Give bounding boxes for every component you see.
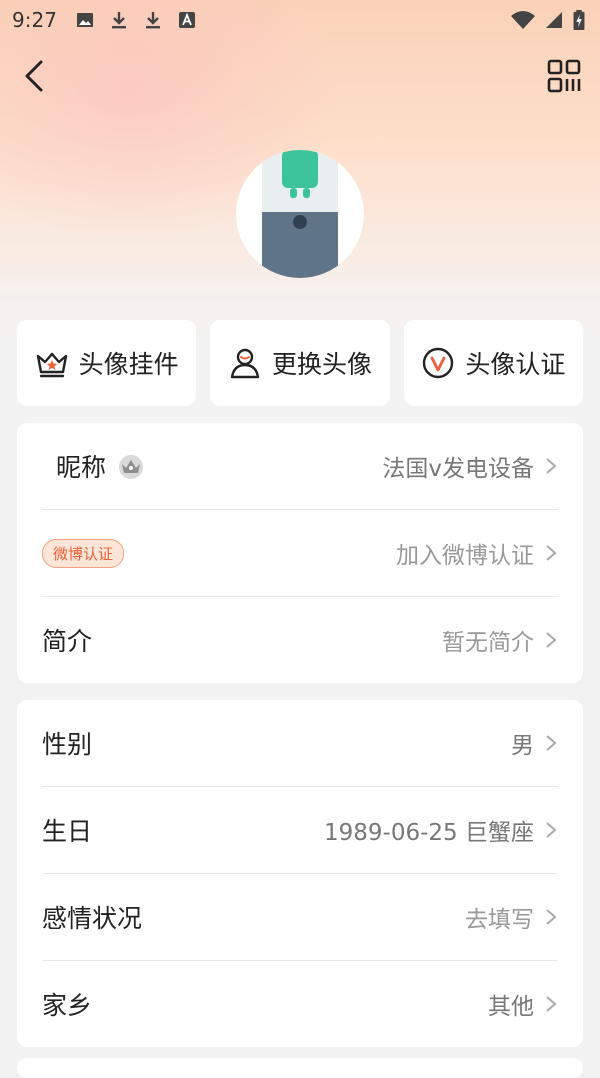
hometown-value-wrap: 其他 xyxy=(488,987,558,1021)
intro-label: 简介 xyxy=(42,627,93,656)
download-icon xyxy=(145,12,160,29)
signal-icon xyxy=(546,12,562,28)
font-icon xyxy=(178,12,195,28)
nickname-value: 法国v发电设备 xyxy=(382,456,534,482)
avatar-pendant-button[interactable]: 头像挂件 xyxy=(17,320,197,406)
top-bar xyxy=(0,48,600,104)
chevron-right-icon xyxy=(546,822,557,838)
birthday-value-wrap: 1989-06-25 巨蟹座 xyxy=(324,813,558,847)
nickname-value-wrap: 法国v发电设备 xyxy=(382,449,558,483)
image-icon xyxy=(76,13,93,27)
intro-value: 暂无简介 xyxy=(442,630,534,656)
weibo-badge-wrap: 微博认证 xyxy=(42,538,125,568)
intro-row[interactable]: 简介 暂无简介 xyxy=(42,597,558,683)
weibo-verify-value: 加入微博认证 xyxy=(396,543,534,569)
wifi-icon xyxy=(511,11,535,29)
birthday-label: 生日 xyxy=(42,817,93,846)
relationship-row[interactable]: 感情状况 去填写 xyxy=(42,874,558,961)
chevron-right-icon xyxy=(546,996,557,1012)
download-icon xyxy=(111,12,126,29)
crown-icon xyxy=(36,352,67,378)
relationship-value: 去填写 xyxy=(465,907,534,933)
status-time: 9:27 xyxy=(12,8,57,32)
info-card: 性别 男 生日 1989-06-25 巨蟹座 感情状况 去填写 家乡 其他 xyxy=(17,700,583,1047)
chevron-right-icon xyxy=(546,632,557,648)
gender-label: 性别 xyxy=(42,730,93,759)
chevron-right-icon xyxy=(546,458,557,474)
back-arrow-icon[interactable] xyxy=(16,56,56,96)
avatar-verify-label: 头像认证 xyxy=(465,350,566,379)
user-icon xyxy=(230,348,260,379)
avatar-verify-button[interactable]: 头像认证 xyxy=(403,320,583,406)
gender-value-wrap: 男 xyxy=(511,726,558,760)
chevron-right-icon xyxy=(546,909,557,925)
android-avatar-icon xyxy=(262,150,338,278)
qr-code-icon[interactable] xyxy=(546,58,582,94)
birthday-row[interactable]: 生日 1989-06-25 巨蟹座 xyxy=(42,787,558,874)
intro-value-wrap: 暂无简介 xyxy=(442,623,558,657)
avatar-actions: 头像挂件 更换头像 头像认证 xyxy=(17,320,583,406)
relationship-value-wrap: 去填写 xyxy=(465,900,558,934)
next-card-edge xyxy=(17,1058,583,1078)
status-bar: 9:27 xyxy=(0,0,600,40)
hometown-row[interactable]: 家乡 其他 xyxy=(42,961,558,1047)
relationship-label: 感情状况 xyxy=(42,904,143,933)
hometown-label: 家乡 xyxy=(42,991,93,1020)
change-avatar-label: 更换头像 xyxy=(271,350,372,379)
profile-card: 昵称 法国v发电设备 微博认证 加入微博认证 简介 暂无简介 xyxy=(17,423,583,683)
battery-charging-icon xyxy=(573,10,585,30)
birthday-value: 1989-06-25 巨蟹座 xyxy=(324,820,534,846)
weibo-value-wrap: 加入微博认证 xyxy=(396,536,558,570)
verified-v-icon xyxy=(423,347,454,379)
avatar-pendant-label: 头像挂件 xyxy=(78,350,179,379)
hometown-value: 其他 xyxy=(488,994,534,1020)
gender-value: 男 xyxy=(511,733,534,759)
chevron-right-icon xyxy=(546,735,557,751)
gender-row[interactable]: 性别 男 xyxy=(42,700,558,787)
avatar[interactable] xyxy=(236,150,364,278)
weibo-verify-badge: 微博认证 xyxy=(42,538,125,568)
vip-crown-icon xyxy=(119,455,144,479)
weibo-verify-row[interactable]: 微博认证 加入微博认证 xyxy=(42,510,558,597)
nickname-row[interactable]: 昵称 法国v发电设备 xyxy=(42,423,558,510)
nickname-label-wrap: 昵称 xyxy=(42,448,146,484)
nickname-label: 昵称 xyxy=(56,453,107,482)
chevron-right-icon xyxy=(546,545,557,561)
change-avatar-button[interactable]: 更换头像 xyxy=(210,320,390,406)
